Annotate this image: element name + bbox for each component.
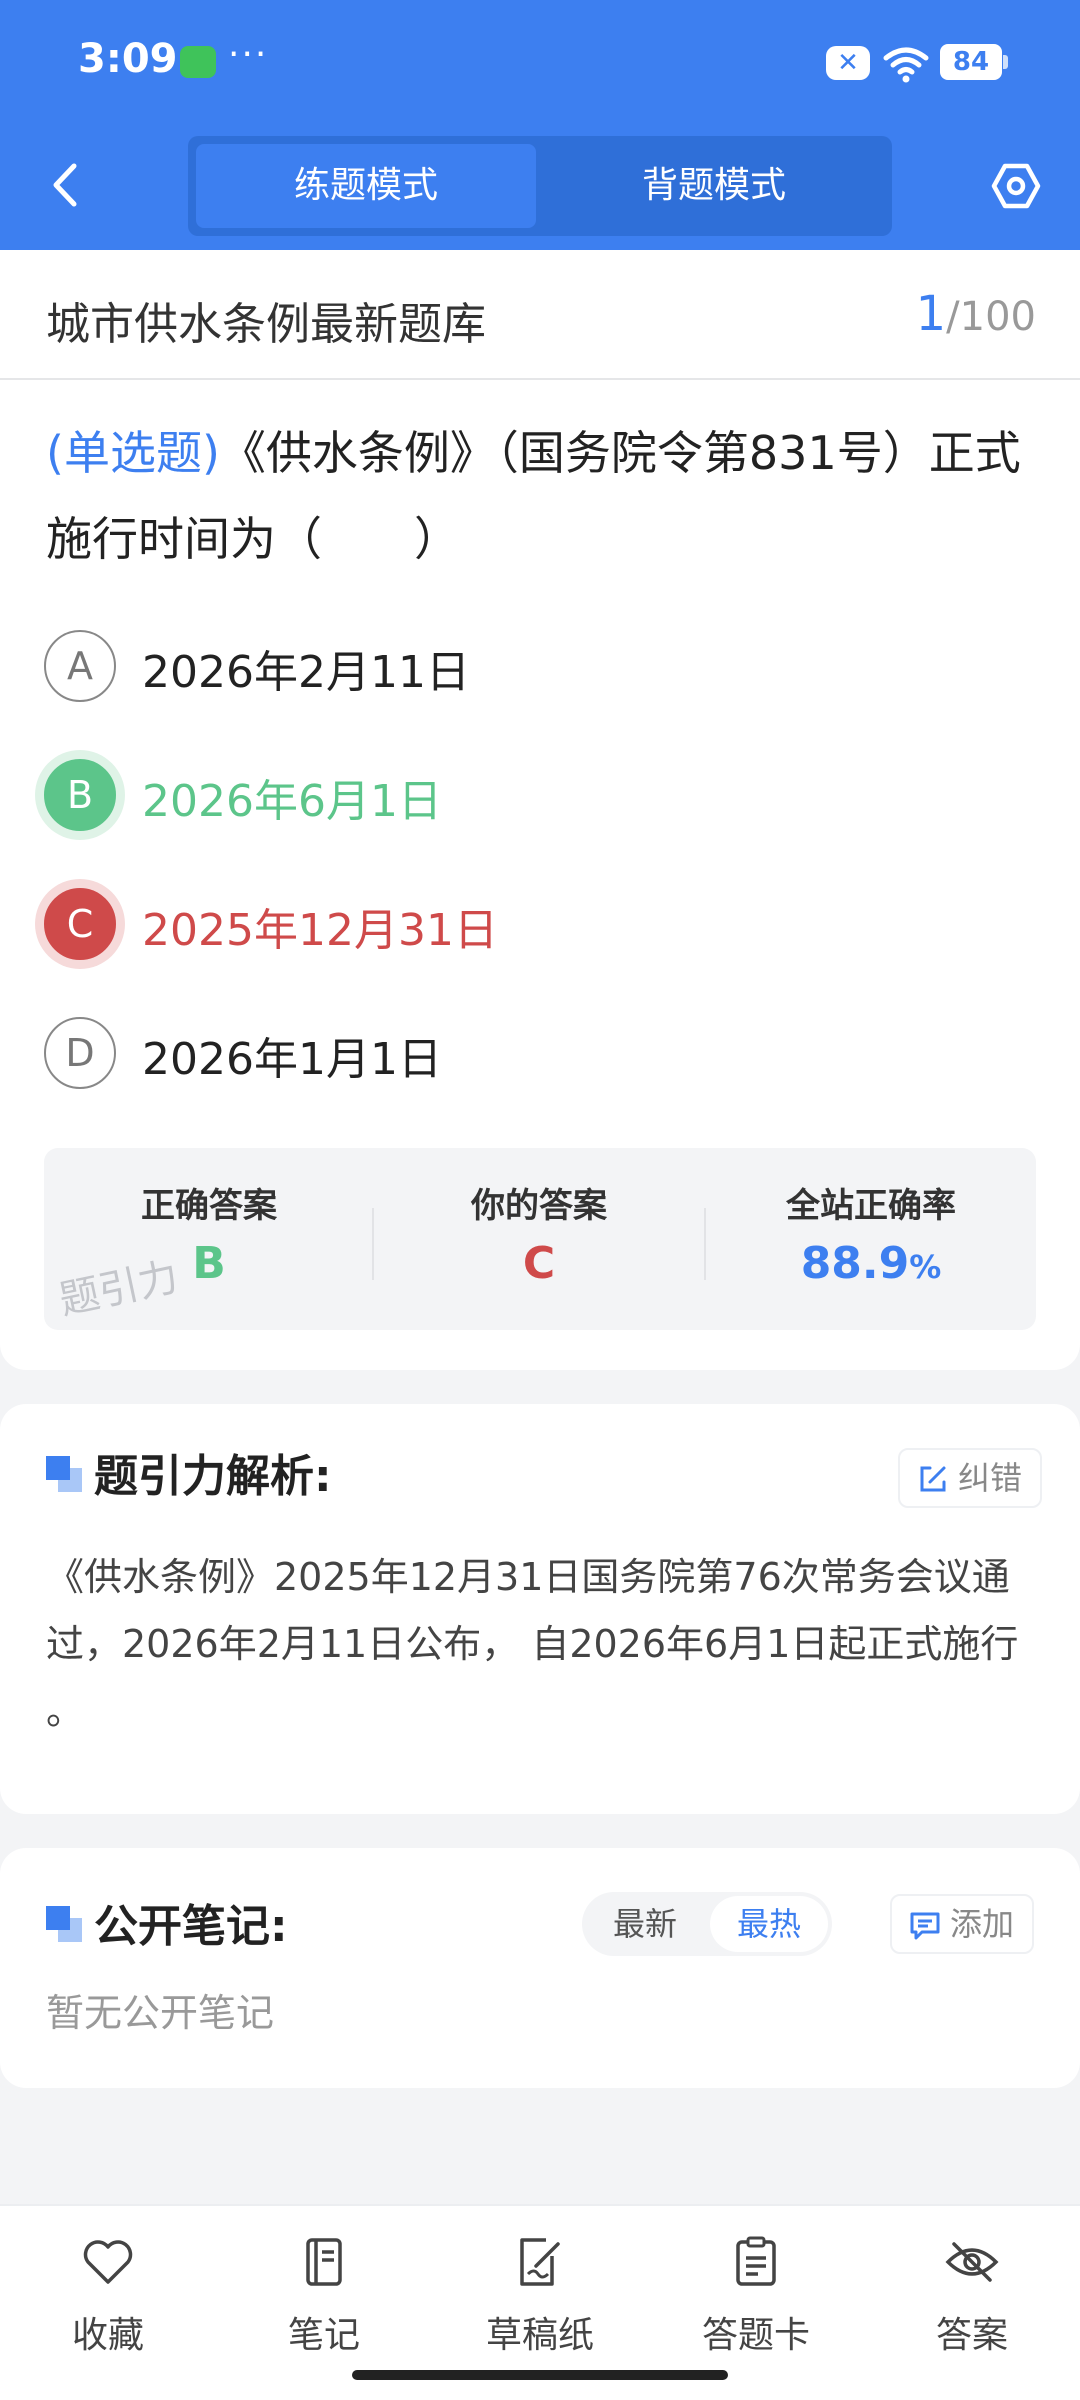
sort-hottest[interactable]: 最热 [710,1896,828,1952]
wechat-icon [180,46,216,78]
option-text: 2025年12月31日 [142,905,498,956]
option-c[interactable]: C 2025年12月31日 [44,884,944,964]
option-letter: D [44,1017,116,1089]
current-question-number: 1 [915,286,947,342]
comment-icon [910,1912,940,1940]
back-icon[interactable] [46,160,86,210]
add-note-button[interactable]: 添加 [890,1894,1035,1954]
edit-icon [920,1466,946,1492]
question-bank-bar: 城市供水条例最新题库 1/100 [0,250,1080,380]
notes-empty-state: 暂无公开笔记 [46,1991,275,2035]
question-type: (单选题) [46,426,220,480]
notes-button[interactable]: 笔记 [216,2234,432,2364]
answer-card-icon [736,2236,776,2286]
public-notes-title: 公开笔记: [94,1901,288,1952]
notes-label: 笔记 [287,2315,360,2356]
draft-paper-label: 草稿纸 [485,2315,594,2356]
correct-answer-label: 正确答案 [141,1186,277,1226]
question-stem: (单选题)《供水条例》（国务院令第831号）正式施行时间为（ ） [46,410,1046,582]
answer-card-button[interactable]: 答题卡 [648,2234,864,2364]
option-letter: A [44,630,116,702]
site-accuracy-label: 全站正确率 [786,1186,956,1226]
settings-icon[interactable] [990,160,1042,212]
wifi-icon [883,47,929,83]
signal-off-icon: ✕ [826,46,870,80]
tab-memorize-mode[interactable]: 背题模式 [544,144,884,228]
your-answer: 你的答案 C [374,1148,704,1330]
notes-sort-toggle: 最新 最热 [582,1892,832,1956]
show-answer-button[interactable]: 答案 [864,2234,1080,2364]
favorite-label: 收藏 [71,2315,144,2356]
question-card: (单选题)《供水条例》（国务院令第831号）正式施行时间为（ ） A 2026年… [0,380,1080,1370]
show-answer-label: 答案 [935,2315,1008,2356]
site-accuracy: 全站正确率 88.9% [706,1148,1036,1330]
question-bank-title: 城市供水条例最新题库 [46,299,486,350]
draft-paper-button[interactable]: 草稿纸 [432,2234,648,2364]
section-squares-icon [46,1906,82,1942]
favorite-button[interactable]: 收藏 [0,2234,216,2364]
question-progress: 1/100 [916,286,1036,342]
analysis-card: 题引力解析: 纠错 《供水条例》2025年12月31日国务院第76次常务会议通过… [0,1404,1080,1814]
total-questions: /100 [946,294,1036,340]
heart-icon [83,2240,133,2284]
accuracy-number: 88.9 [800,1238,910,1289]
option-b[interactable]: B 2026年6月1日 [44,755,944,835]
notebook-icon [306,2238,342,2286]
answer-summary: 正确答案 B 你的答案 C 全站正确率 88.9% 题引力 [44,1148,1036,1330]
home-indicator[interactable] [352,2370,728,2380]
option-d[interactable]: D 2026年1月1日 [44,1013,944,1093]
mode-switch: 练题模式 背题模式 [188,136,892,236]
option-text: 2026年1月1日 [142,1034,442,1085]
more-notifications-icon: ··· [228,34,269,75]
section-squares-icon [46,1456,82,1492]
your-answer-label: 你的答案 [471,1186,607,1226]
sort-newest[interactable]: 最新 [586,1896,704,1952]
option-letter: B [44,759,116,831]
draft-paper-icon [520,2238,560,2286]
app-header: 3:09 ··· ✕ 84 练题模式 背题模式 [0,0,1080,250]
eye-off-icon [945,2242,999,2282]
option-text: 2026年2月11日 [142,647,470,698]
option-letter: C [44,888,116,960]
analysis-text: 《供水条例》2025年12月31日国务院第76次常务会议通过，2026年2月11… [46,1555,1019,1733]
report-error-label: 纠错 [958,1459,1023,1497]
tab-practice-mode[interactable]: 练题模式 [196,144,536,228]
status-bar: 3:09 ··· ✕ 84 [0,0,1080,125]
option-text: 2026年6月1日 [142,776,442,827]
public-notes-card: 公开笔记: 最新 最热 添加 暂无公开笔记 [0,1848,1080,2088]
add-note-label: 添加 [950,1905,1015,1943]
site-accuracy-value: 88.9% [706,1238,1036,1289]
option-a[interactable]: A 2026年2月11日 [44,626,944,706]
accuracy-unit: % [909,1248,942,1286]
report-error-button[interactable]: 纠错 [898,1448,1043,1508]
status-time: 3:09 [78,36,178,82]
answer-card-label: 答题卡 [701,2315,810,2356]
battery-indicator: 84 [940,44,1008,80]
your-answer-value: C [522,1238,556,1289]
analysis-title: 题引力解析: [94,1451,332,1502]
